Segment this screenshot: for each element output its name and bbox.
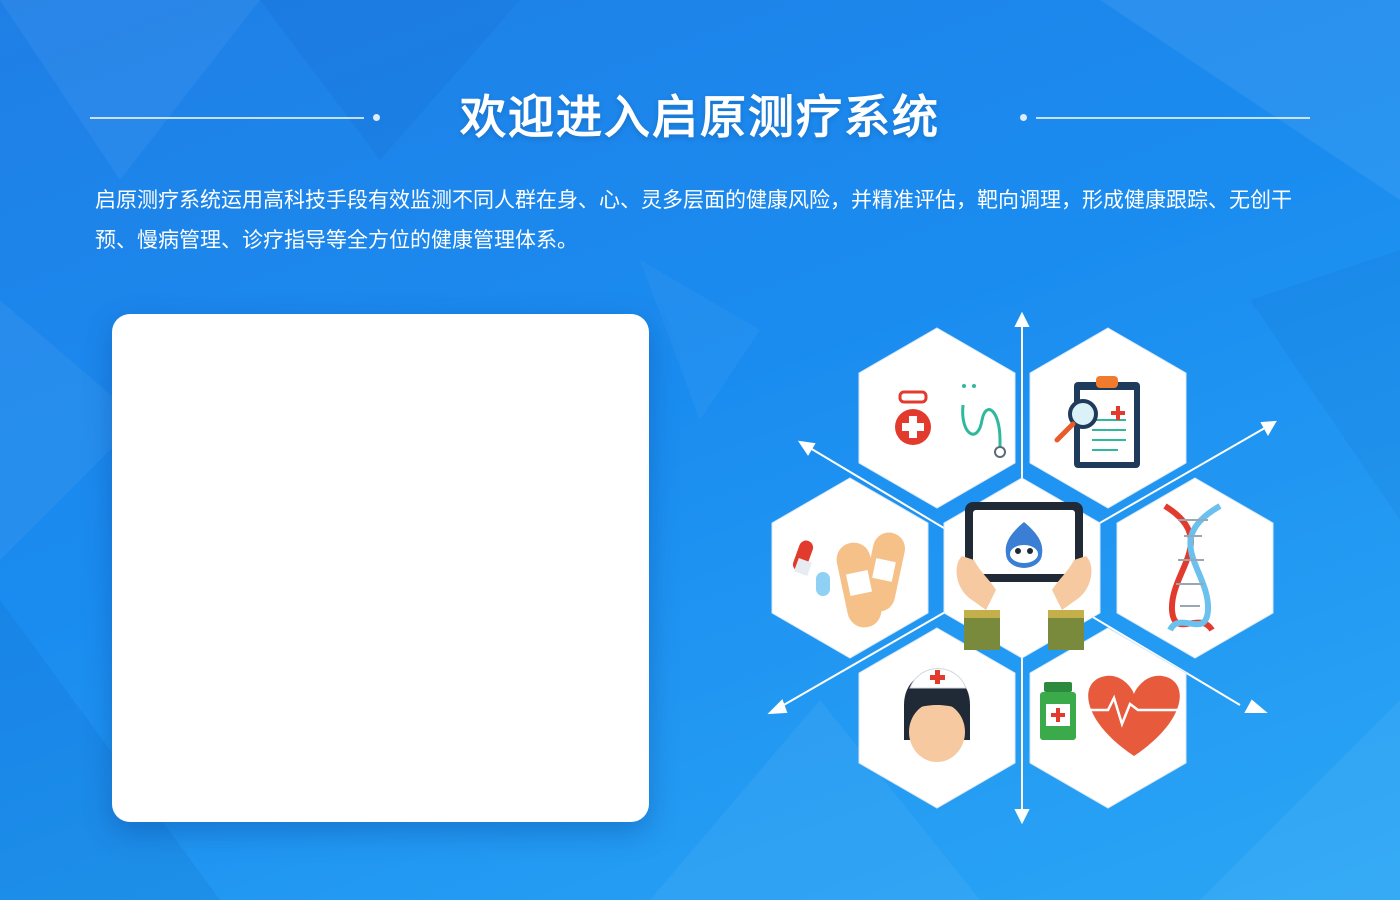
hex-top-left — [858, 327, 1016, 509]
title-dot-right — [1020, 114, 1027, 121]
intro-paragraph: 启原测疗系统运用高科技手段有效监测不同人群在身、心、灵多层面的健康风险，并精准评… — [95, 188, 1292, 252]
nurse-icon — [904, 668, 970, 762]
content-panel — [112, 314, 649, 822]
health-hexagon-illustration — [767, 311, 1277, 825]
title-row: 欢迎进入启原测疗系统 — [90, 84, 1310, 150]
title-divider-right — [1036, 117, 1310, 119]
